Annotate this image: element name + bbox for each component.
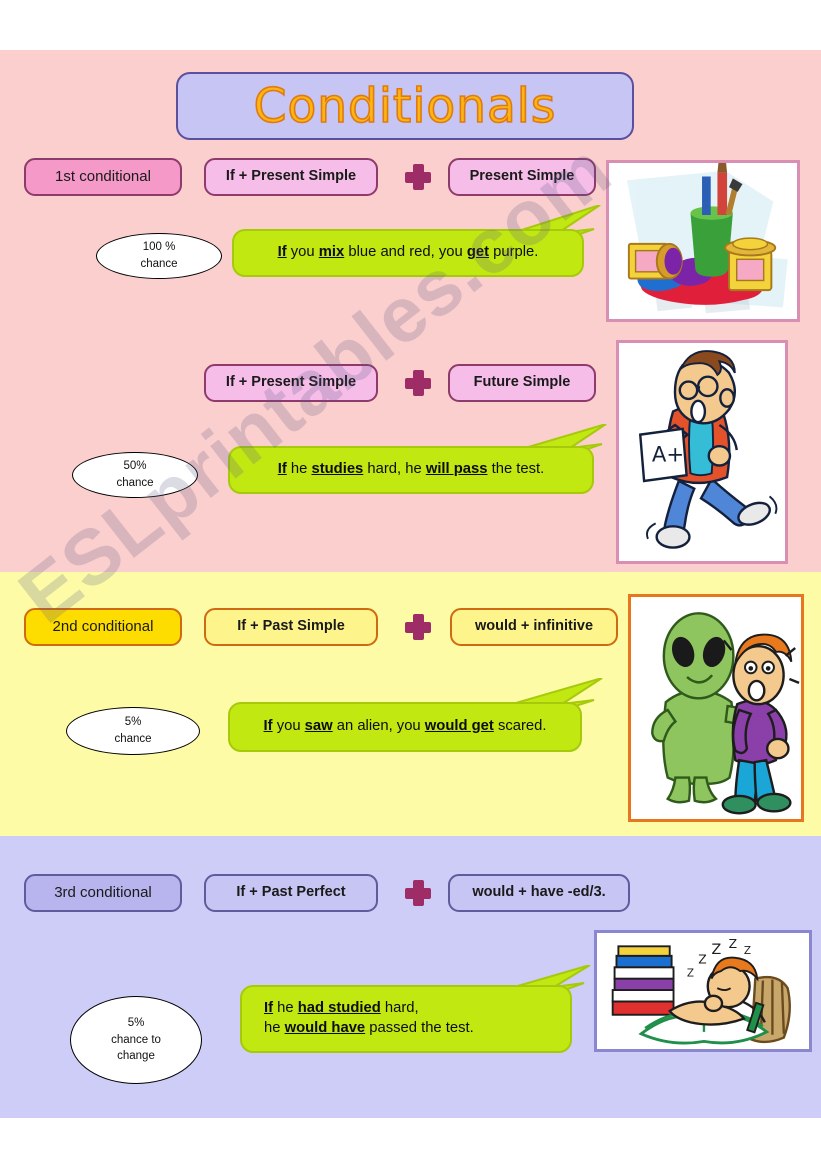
sentence-keyword: studies	[311, 461, 364, 478]
chance-line: 50%	[123, 460, 147, 473]
chance-oval-100-percent: 100 % chance	[96, 233, 222, 279]
example-sentence-3: If you saw an alien, you would get scare…	[228, 702, 582, 752]
sentence-text: he	[264, 1020, 285, 1036]
sentence-text: the test.	[487, 461, 545, 478]
sentence-text: you	[286, 244, 319, 261]
sentence-keyword: will pass	[425, 461, 488, 478]
chance-line: chance to	[111, 1033, 161, 1046]
sentence-text: hard,	[380, 1000, 419, 1017]
sentence-text: you	[272, 718, 305, 735]
paint-supplies-illustration	[606, 160, 800, 322]
svg-text:Z: Z	[744, 945, 751, 957]
chance-oval-5-percent-to-change: 5% chance to change	[70, 996, 202, 1084]
example-bubble-1-wrapper: If you mix blue and red, you get purple.	[232, 205, 601, 277]
sentence-keyword: had studied	[297, 1000, 381, 1017]
chance-line: change	[117, 1050, 155, 1063]
happy-student-with-a-plus-illustration: A+	[616, 340, 788, 564]
plus-icon	[405, 164, 431, 190]
first-conditional-result-clause-1: Present Simple	[448, 158, 596, 196]
sentence-text: blue and red, you	[344, 244, 467, 261]
sentence-text: passed the test.	[365, 1020, 474, 1036]
alien-and-scared-boy-illustration	[628, 594, 804, 822]
plus-icon	[405, 880, 431, 906]
sentence-keyword: If	[277, 461, 287, 478]
example-bubble-2-wrapper: If he studies hard, he will pass the tes…	[228, 424, 607, 496]
svg-text:Z: Z	[729, 937, 737, 951]
svg-text:Z: Z	[698, 952, 706, 966]
chance-line: 5%	[124, 716, 142, 729]
chance-oval-5-percent: 5% chance	[66, 707, 200, 755]
first-conditional-tag: 1st conditional	[24, 158, 182, 196]
sentence-keyword: would get	[424, 718, 494, 735]
example-sentence-1: If you mix blue and red, you get purple.	[232, 229, 584, 277]
svg-text:A+: A+	[652, 443, 684, 468]
sentence-text: hard, he	[363, 461, 426, 478]
sentence-keyword: get	[466, 244, 490, 261]
svg-text:Z: Z	[687, 968, 694, 980]
first-conditional-if-clause-2: If + Present Simple	[204, 364, 378, 402]
example-bubble-4-wrapper: If he had studied hard, he would have pa…	[240, 965, 591, 1057]
sentence-text: an alien, you	[332, 718, 425, 735]
chance-line: 5%	[127, 1016, 145, 1029]
sentence-keyword: If	[277, 244, 287, 261]
example-sentence-2: If he studies hard, he will pass the tes…	[228, 446, 594, 494]
plus-icon	[405, 370, 431, 396]
sentence-text: purple.	[489, 244, 539, 261]
third-conditional-tag: 3rd conditional	[24, 874, 182, 912]
sentence-keyword: mix	[318, 244, 345, 261]
sentence-keyword: If	[264, 1000, 274, 1017]
chance-line: 100 %	[142, 241, 176, 254]
sentence-keyword: would have	[284, 1020, 366, 1036]
sentence-keyword: saw	[304, 718, 333, 735]
sentence-text: scared.	[493, 718, 547, 735]
svg-text:Z: Z	[712, 942, 722, 958]
plus-icon	[405, 614, 431, 640]
chance-line: chance	[116, 477, 154, 489]
example-sentence-4: If he had studied hard, he would have pa…	[240, 985, 572, 1053]
second-conditional-if-clause: If + Past Simple	[204, 608, 378, 646]
second-conditional-tag: 2nd conditional	[24, 608, 182, 646]
first-conditional-result-clause-2: Future Simple	[448, 364, 596, 402]
third-conditional-if-clause: If + Past Perfect	[204, 874, 378, 912]
example-bubble-3-wrapper: If you saw an alien, you would get scare…	[228, 678, 603, 754]
chance-line: chance	[140, 258, 178, 270]
chance-line: chance	[114, 733, 152, 745]
sentence-text: he	[286, 461, 312, 478]
second-conditional-result-clause: would + infinitive	[450, 608, 618, 646]
page-title-box: Conditionals	[176, 72, 634, 140]
sentence-text: he	[273, 1000, 298, 1017]
worksheet-page: Conditionals 1st conditional If + Presen…	[0, 0, 821, 1169]
sleeping-student-on-book-illustration: Z Z Z Z Z	[594, 930, 812, 1052]
third-conditional-result-clause: would + have -ed/3.	[448, 874, 630, 912]
sentence-keyword: If	[263, 718, 273, 735]
page-title: Conditionals	[253, 78, 557, 135]
chance-oval-50-percent: 50% chance	[72, 452, 198, 498]
first-conditional-if-clause-1: If + Present Simple	[204, 158, 378, 196]
